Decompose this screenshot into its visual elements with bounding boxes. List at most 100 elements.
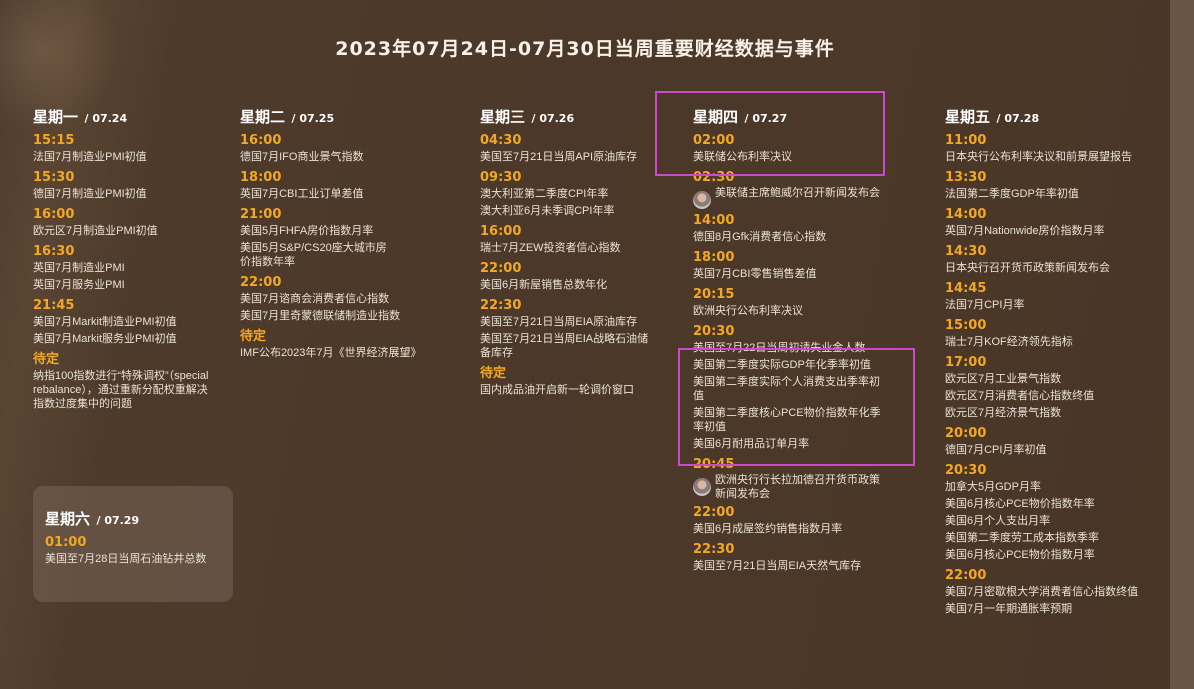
event-time: 22:30 <box>480 298 522 313</box>
event-time: 22:30 <box>693 542 735 557</box>
event: 17:00 欧元区7月工业景气指数欧元区7月消费者信心指数终值 欧元区7月经济景气指… <box>945 355 1145 422</box>
event-time: 14:30 <box>945 244 987 259</box>
event: 21:00 美国5月FHFA房价指数月率 美国5月S&P/CS20座大城市房价指数年… <box>240 207 420 271</box>
event-item: 德国7月IFO商业景气指数 <box>240 151 364 163</box>
event-item: 纳指100指数进行“特殊调权”（special rebalance），通过重新分… <box>33 370 209 410</box>
event: 21:45 美国7月Markit制造业PMI初值 美国7月Markit服务业PMI初… <box>33 298 213 348</box>
event-item: 美国7月里奇蒙德联储制造业指数 <box>240 310 401 322</box>
right-edge-bar <box>1170 0 1194 689</box>
event-item: 欧洲央行公布利率决议 <box>693 305 803 317</box>
highlight-box-fed-decision <box>655 91 885 176</box>
event-time: 20:00 <box>945 426 987 441</box>
event-time: 22:00 <box>945 568 987 583</box>
event: 09:30 澳大利亚第二季度CPI年率 澳大利亚6月未季调CPI年率 <box>480 170 655 220</box>
event-item-text: 美联储主席鲍威尔召开新闻发布会 <box>715 187 880 199</box>
speaker-avatar <box>693 191 711 209</box>
event-item: 欧元区7月经济景气指数 <box>945 407 1062 419</box>
event-time: 16:00 <box>33 207 75 222</box>
event-item: 美联储主席鲍威尔召开新闻发布会 <box>693 186 883 209</box>
event: 14:00 英国7月Nationwide房价指数月率 <box>945 207 1145 240</box>
event: 待定 IMF公布2023年7月《世界经济展望》 <box>240 329 422 362</box>
event: 20:15 欧洲央行公布利率决议 <box>693 287 888 320</box>
event-item: 英国7月制造业PMI <box>33 262 125 274</box>
event-time: 09:30 <box>480 170 522 185</box>
day-name: 星期六 <box>45 510 91 528</box>
event-time: 16:00 <box>240 133 282 148</box>
event-time: 21:45 <box>33 298 75 313</box>
event-time: 20:15 <box>693 287 735 302</box>
event-item: 美国6月新屋销售总数年化 <box>480 279 608 291</box>
event: 15:15 法国7月制造业PMI初值 <box>33 133 213 166</box>
event: 11:00 日本央行公布利率决议和前景展望报告 <box>945 133 1145 166</box>
event-time: 11:00 <box>945 133 987 148</box>
event-time: 16:30 <box>33 244 75 259</box>
event: 14:45 法国7月CPI月率 <box>945 281 1145 314</box>
event-item: 法国7月制造业PMI初值 <box>33 151 147 163</box>
event: 13:30 法国第二季度GDP年率初值 <box>945 170 1145 203</box>
event-time: 14:00 <box>945 207 987 222</box>
event: 22:30 美国至7月21日当周EIA天然气库存 <box>693 542 888 575</box>
speaker-avatar <box>693 478 711 496</box>
event-item: 澳大利亚6月未季调CPI年率 <box>480 205 615 217</box>
event-time: 21:00 <box>240 207 282 222</box>
event-item: 英国7月CBI零售销售差值 <box>693 268 817 280</box>
event-time: 13:30 <box>945 170 987 185</box>
event-item-text: 欧洲央行行长拉加德召开货币政策新闻发布会 <box>715 474 880 500</box>
event: 待定 国内成品油开启新一轮调价窗口 <box>480 366 655 399</box>
event-item: 欧元区7月制造业PMI初值 <box>33 225 158 237</box>
day-column-thursday: 星期四 / 07.27 02:00 美联储公布利率决议 02:30 美联储主席鲍威… <box>693 106 888 575</box>
event-item: 法国7月CPI月率 <box>945 299 1025 311</box>
event-item: IMF公布2023年7月《世界经济展望》 <box>240 347 422 359</box>
event-item: 德国7月CPI月率初值 <box>945 444 1047 456</box>
event-item: 澳大利亚第二季度CPI年率 <box>480 188 609 200</box>
event-item: 美国7月密歇根大学消费者信心指数终值 <box>945 586 1139 598</box>
day-column-monday: 星期一 / 07.24 15:15 法国7月制造业PMI初值 15:30 德国7月制… <box>33 106 213 413</box>
event: 22:00 美国7月谘商会消费者信心指数 美国7月里奇蒙德联储制造业指数 <box>240 275 420 325</box>
event-time: 待定 <box>33 352 60 367</box>
day-date: / 07.28 <box>996 112 1040 125</box>
event-time: 待定 <box>240 329 267 344</box>
event-item: 加拿大5月GDP月率 <box>945 481 1041 493</box>
event-item: 法国第二季度GDP年率初值 <box>945 188 1079 200</box>
day-date: / 07.25 <box>291 112 335 125</box>
event: 16:30 英国7月制造业PMI 英国7月服务业PMI <box>33 244 213 294</box>
event-time: 15:30 <box>33 170 75 185</box>
event-item: 美国7月谘商会消费者信心指数 <box>240 293 390 305</box>
event: 18:00 英国7月CBI工业订单差值 <box>240 170 420 203</box>
event-item: 美国5月FHFA房价指数月率 <box>240 225 374 237</box>
event-time: 04:30 <box>480 133 522 148</box>
event-item: 美国至7月21日当周EIA战略石油储备库存 <box>480 333 649 359</box>
event-time: 15:15 <box>33 133 75 148</box>
event-time: 22:00 <box>480 261 522 276</box>
event-time: 18:00 <box>240 170 282 185</box>
event-item: 美国6月核心PCE物价指数月率 <box>945 549 1095 561</box>
event-time: 待定 <box>480 366 507 381</box>
event: 01:00 美国至7月28日当周石油钻井总数 <box>45 535 233 568</box>
day-name: 星期三 <box>480 108 526 126</box>
event: 04:30 美国至7月21日当周API原油库存 <box>480 133 655 166</box>
event-item: 日本央行公布利率决议和前景展望报告 <box>945 151 1132 163</box>
event-time: 22:00 <box>240 275 282 290</box>
event-item: 欧元区7月工业景气指数 <box>945 373 1062 385</box>
event-item: 美国至7月28日当周石油钻井总数 <box>45 553 207 565</box>
event-time: 01:00 <box>45 535 87 550</box>
event-time: 15:00 <box>945 318 987 333</box>
event: 14:00 德国8月Gfk消费者信心指数 <box>693 213 888 246</box>
day-column-friday: 星期五 / 07.28 11:00 日本央行公布利率决议和前景展望报告 13:30… <box>945 106 1145 618</box>
event-time: 18:00 <box>693 250 735 265</box>
event-time: 17:00 <box>945 355 987 370</box>
page-title: 2023年07月24日-07月30日当周重要财经数据与事件 <box>335 38 835 60</box>
event-item: 美国7月Markit制造业PMI初值 <box>33 316 177 328</box>
event-item: 美国至7月21日当周EIA原油库存 <box>480 316 638 328</box>
event-item: 英国7月服务业PMI <box>33 279 125 291</box>
event-item: 美国7月Markit服务业PMI初值 <box>33 333 177 345</box>
event-item: 欧洲央行行长拉加德召开货币政策新闻发布会 <box>693 473 883 501</box>
event: 22:00 美国6月成屋签约销售指数月率 <box>693 505 888 538</box>
event-item: 英国7月CBI工业订单差值 <box>240 188 364 200</box>
event-item: 美国至7月21日当周API原油库存 <box>480 151 638 163</box>
event: 22:00 美国7月密歇根大学消费者信心指数终值 美国7月一年期通胀率预期 <box>945 568 1145 618</box>
event-item: 欧元区7月消费者信心指数终值 <box>945 390 1095 402</box>
event-item: 美国6月成屋签约销售指数月率 <box>693 523 843 535</box>
event: 20:00 德国7月CPI月率初值 <box>945 426 1145 459</box>
event: 20:30 加拿大5月GDP月率 美国6月核心PCE物价指数年率 美国6月个人支出月率… <box>945 463 1145 564</box>
